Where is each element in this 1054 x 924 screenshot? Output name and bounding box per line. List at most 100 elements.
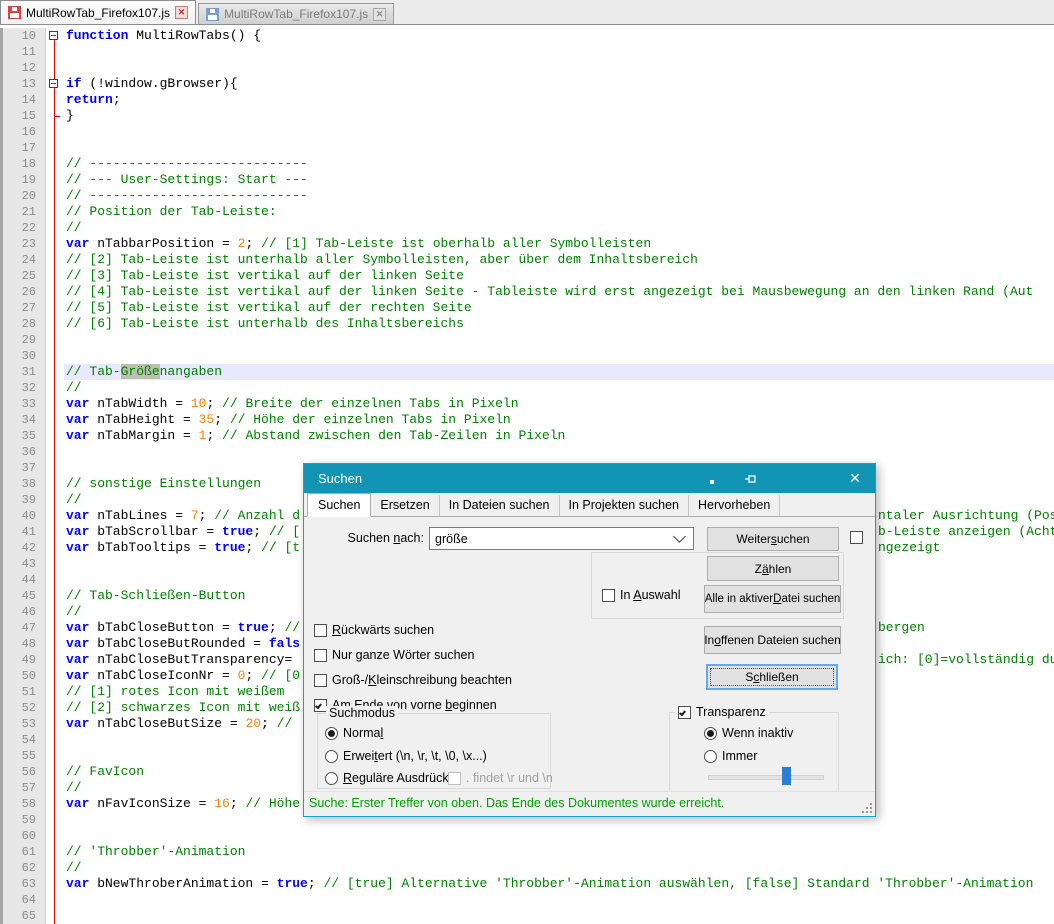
unlabeled-checkbox[interactable]	[850, 531, 863, 544]
line-number: 38	[0, 476, 46, 492]
transparency-checkbox[interactable]: Transparenz	[675, 705, 769, 719]
regex-radio[interactable]: Reguläre Ausdrücke	[325, 771, 456, 785]
close-tab-icon[interactable]: ✕	[175, 6, 188, 19]
line-number: 22	[0, 220, 46, 236]
pin-icon[interactable]	[744, 472, 757, 485]
line-number: 16	[0, 124, 46, 140]
saved-floppy-icon	[206, 8, 219, 21]
code-text: //	[64, 380, 1054, 396]
whole-word-checkbox[interactable]: Nur ganze Wörter suchen	[314, 648, 474, 662]
in-selection-label: In Auswahl	[620, 588, 680, 602]
editor-tab-1[interactable]: MultiRowTab_Firefox107.js ✕	[0, 0, 196, 24]
code-text	[64, 348, 1054, 364]
dialog-titlebar[interactable]: Suchen ✕	[304, 464, 875, 493]
code-line: 23var nTabbarPosition = 2; // [1] Tab-Le…	[0, 236, 1054, 252]
line-number: 61	[0, 844, 46, 860]
line-number: 13	[0, 76, 46, 92]
code-fragment: ntaler Ausrichtung (Pos	[878, 508, 1054, 524]
code-line: 20// ----------------------------	[0, 188, 1054, 204]
code-line: 29	[0, 332, 1054, 348]
tab-ersetzen[interactable]: Ersetzen	[371, 495, 439, 516]
radio-circle	[325, 772, 338, 785]
code-line: 60	[0, 828, 1054, 844]
line-number: 43	[0, 556, 46, 572]
match-case-checkbox[interactable]: Groß-/Kleinschreibung beachten	[314, 673, 512, 687]
fold-margin	[46, 364, 64, 380]
code-text	[64, 124, 1054, 140]
extended-radio[interactable]: Erweitert (\n, \r, \t, \0, \x...)	[325, 749, 487, 763]
code-line: 35var nTabMargin = 1; // Abstand zwische…	[0, 428, 1054, 444]
line-number: 25	[0, 268, 46, 284]
code-line: 24// [2] Tab-Leiste ist unterhalb aller …	[0, 252, 1054, 268]
tab-in-projekten-suchen[interactable]: In Projekten suchen	[560, 495, 690, 516]
close-icon[interactable]: ✕	[835, 464, 875, 493]
fold-margin	[46, 412, 64, 428]
fold-margin	[46, 60, 64, 76]
fold-collapse-icon[interactable]	[49, 31, 58, 40]
resize-grip[interactable]	[861, 802, 872, 813]
find-next-button[interactable]: Weiter suchen	[707, 527, 839, 551]
search-input[interactable]: größe	[429, 527, 694, 550]
line-number: 44	[0, 572, 46, 588]
fold-margin	[46, 236, 64, 252]
always-radio[interactable]: Immer	[704, 749, 757, 763]
checkbox-box	[314, 624, 327, 637]
code-text: }	[64, 108, 1054, 124]
find-all-open-docs-button[interactable]: In offenen Dateien suchen	[704, 626, 841, 654]
dialog-status-bar: Suche: Erster Treffer von oben. Das Ende…	[304, 791, 875, 816]
code-text: var nTabMargin = 1; // Abstand zwischen …	[64, 428, 1054, 444]
editor-tab-2[interactable]: MultiRowTab_Firefox107.js ✕	[198, 3, 394, 24]
normal-radio[interactable]: Normal	[325, 726, 383, 740]
code-text	[64, 140, 1054, 156]
line-number: 65	[0, 908, 46, 924]
line-number: 63	[0, 876, 46, 892]
slider-track	[708, 775, 824, 780]
tab-suchen[interactable]: Suchen	[307, 493, 371, 517]
count-button[interactable]: Zählen	[707, 556, 839, 581]
code-text: // [6] Tab-Leiste ist unterhalb des Inha…	[64, 316, 1054, 332]
regex-label: Reguläre Ausdrücke	[343, 771, 456, 785]
code-line: 22//	[0, 220, 1054, 236]
code-text: var nTabbarPosition = 2; // [1] Tab-Leis…	[64, 236, 1054, 252]
find-all-current-button[interactable]: Alle in aktiver Datei suchen	[704, 585, 841, 613]
in-selection-checkbox[interactable]: In Auswahl	[602, 588, 680, 602]
line-number: 19	[0, 172, 46, 188]
fold-margin[interactable]	[46, 28, 64, 44]
close-tab-icon[interactable]: ✕	[373, 8, 386, 21]
tab-hervorheben[interactable]: Hervorheben	[689, 495, 780, 516]
fold-margin	[46, 572, 64, 588]
fold-margin	[46, 220, 64, 236]
line-number: 20	[0, 188, 46, 204]
fold-collapse-icon[interactable]	[49, 79, 58, 88]
chevron-down-icon[interactable]	[673, 530, 686, 543]
line-number: 64	[0, 892, 46, 908]
line-number: 28	[0, 316, 46, 332]
backwards-checkbox[interactable]: Rückwärts suchen	[314, 623, 434, 637]
fold-margin	[46, 316, 64, 332]
fold-margin	[46, 108, 64, 124]
transparency-slider[interactable]	[708, 767, 824, 785]
code-line: 33var nTabWidth = 10; // Breite der einz…	[0, 396, 1054, 412]
tab-in-dateien-suchen[interactable]: In Dateien suchen	[440, 495, 560, 516]
on-losing-focus-radio[interactable]: Wenn inaktiv	[704, 726, 793, 740]
code-text	[64, 60, 1054, 76]
line-number: 49	[0, 652, 46, 668]
code-line: 28 // [6] Tab-Leiste ist unterhalb des In…	[0, 316, 1054, 332]
checkbox-box	[850, 531, 863, 544]
slider-thumb[interactable]	[782, 767, 791, 785]
close-button[interactable]: Schließen	[706, 664, 838, 690]
radio-circle	[325, 727, 338, 740]
radio-circle	[704, 727, 717, 740]
radio-circle	[704, 750, 717, 763]
code-text	[64, 892, 1054, 908]
line-number: 53	[0, 716, 46, 732]
fold-margin[interactable]	[46, 76, 64, 92]
fold-margin	[46, 204, 64, 220]
code-text: // ----------------------------	[64, 156, 1054, 172]
line-number: 57	[0, 780, 46, 796]
fold-margin	[46, 812, 64, 828]
checkbox-box	[314, 674, 327, 687]
line-number: 42	[0, 540, 46, 556]
fold-margin	[46, 716, 64, 732]
status-message: Suche: Erster Treffer von oben. Das Ende…	[309, 796, 724, 810]
